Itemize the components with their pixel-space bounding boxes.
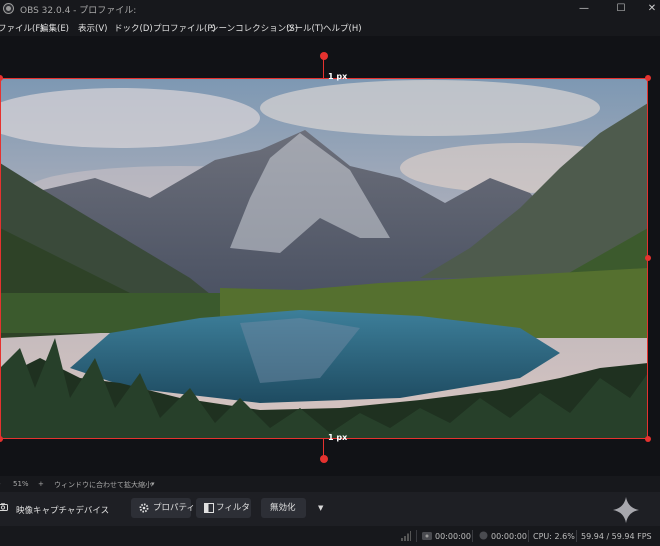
filters-button-label: フィルタ: [216, 503, 250, 513]
status-separator: [472, 530, 473, 542]
filters-button[interactable]: フィルタ: [196, 498, 251, 518]
resize-handle-right[interactable]: [645, 255, 651, 261]
rotation-line: [323, 57, 324, 78]
menu-profile[interactable]: プロファイル(P): [153, 22, 216, 34]
zoom-in-button[interactable]: +: [38, 480, 44, 488]
menu-file[interactable]: ファイル(F): [0, 22, 44, 34]
obs-logo-icon: [3, 3, 14, 14]
zoom-out-button[interactable]: -: [0, 480, 1, 488]
record-icon: [479, 531, 488, 540]
stream-icon: [422, 532, 432, 540]
top-gap-label: 1 px: [328, 72, 348, 81]
resize-handle-top-right[interactable]: [645, 75, 651, 81]
camera-icon: [0, 503, 8, 511]
rotation-handle[interactable]: [320, 52, 328, 60]
menu-view[interactable]: 表示(V): [78, 22, 107, 34]
status-bar: 00:00:00 00:00:00 CPU: 2.6% 59.94 / 59.9…: [0, 526, 660, 546]
stream-time: 00:00:00: [435, 532, 471, 541]
disable-button-label: 無効化: [270, 503, 296, 513]
bottom-gap-label: 1 px: [328, 433, 348, 442]
minimize-button[interactable]: —: [570, 0, 598, 18]
resize-handle-bottom-right[interactable]: [645, 436, 651, 442]
window-title: OBS 32.0.4 - プロファイル:: [20, 6, 137, 16]
signal-strength-icon: [401, 531, 411, 541]
menu-tools[interactable]: ツール(T): [286, 22, 323, 34]
zoom-value: 51%: [13, 480, 29, 488]
record-time: 00:00:00: [491, 532, 527, 541]
zoom-mode-dropdown-icon[interactable]: ▾: [151, 480, 155, 488]
filter-icon: [204, 503, 214, 513]
status-separator: [576, 530, 577, 542]
properties-button[interactable]: プロパティ: [131, 498, 195, 518]
cpu-usage: CPU: 2.6%: [533, 532, 575, 541]
sparkle-icon: [613, 497, 639, 523]
close-button[interactable]: ✕: [638, 0, 660, 18]
properties-button-label: プロパティ: [153, 503, 195, 513]
zoom-mode-select[interactable]: ウィンドウに合わせて拡大縮小: [54, 480, 152, 490]
menu-help[interactable]: ヘルプ(H): [323, 22, 362, 34]
status-separator: [528, 530, 529, 542]
menu-bar: ファイル(F) 編集(E) 表示(V) ドック(D) プロファイル(P) シーン…: [0, 18, 660, 36]
title-bar: OBS 32.0.4 - プロファイル: — ☐ ✕: [0, 0, 660, 18]
disable-button[interactable]: 無効化: [261, 498, 306, 518]
fps-readout: 59.94 / 59.94 FPS: [581, 532, 652, 541]
menu-scene-collection[interactable]: シーンコレクション(S): [210, 22, 298, 34]
menu-edit[interactable]: 編集(E): [40, 22, 69, 34]
menu-docks[interactable]: ドック(D): [114, 22, 153, 34]
status-separator: [416, 530, 417, 542]
source-toolbar: 映像キャプチャデバイス プロパティ フィルタ 無効化 ▼: [0, 492, 660, 526]
maximize-button[interactable]: ☐: [607, 0, 635, 18]
more-dropdown-icon[interactable]: ▼: [318, 504, 323, 512]
bottom-gap-handle[interactable]: [320, 455, 328, 463]
gear-icon: [139, 503, 149, 513]
zoom-bar: - 51% + ウィンドウに合わせて拡大縮小 ▾: [0, 476, 660, 492]
source-name: 映像キャプチャデバイス: [16, 506, 110, 516]
preview-source-image[interactable]: [0, 78, 648, 439]
